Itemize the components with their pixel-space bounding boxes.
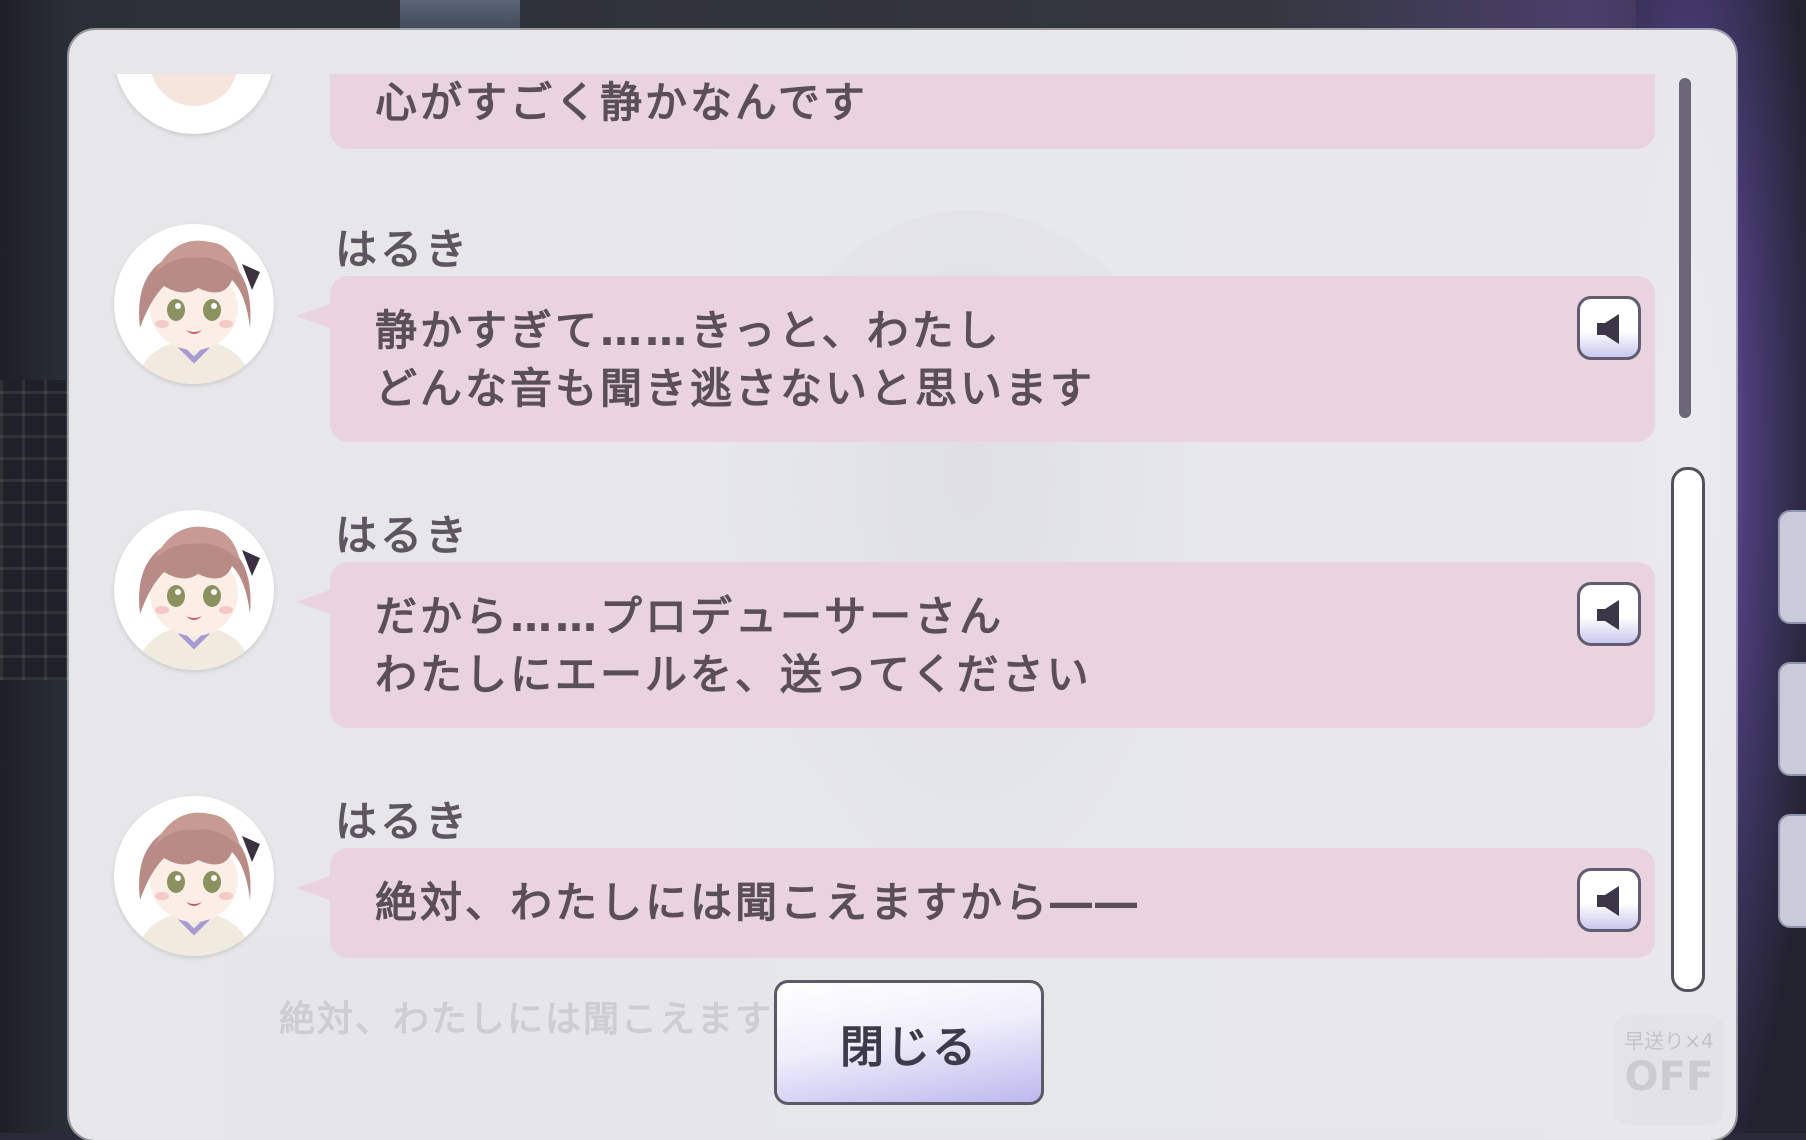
scrollbar-thumb[interactable] <box>1671 467 1705 992</box>
side-menu-button[interactable] <box>1778 662 1806 776</box>
background-dialogue-text: 絶対、わたしには聞こえますから <box>279 999 850 1040</box>
stage-grid <box>0 380 70 680</box>
speaker-name: はるき <box>335 511 471 560</box>
speaker-name: はるき <box>335 797 471 846</box>
dialogue-bubble: 心がすごく静かなんです <box>330 74 1655 149</box>
voice-replay-button[interactable] <box>1577 868 1641 932</box>
log-scrollbar[interactable] <box>1671 78 1705 992</box>
log-list[interactable]: 心がすごく静かなんです はるき 静かすぎて……きっと、わたし どんな音も聞き逃さ… <box>69 74 1669 974</box>
character-avatar <box>114 510 274 670</box>
dialogue-line: わたしにエールを、送ってください <box>375 650 1092 699</box>
scrollbar-rail <box>1679 78 1691 418</box>
dialogue-line: どんな音も聞き逃さないと思います <box>375 364 1096 413</box>
message-log-dialog: 絶対、わたしには聞こえますから 早送り×4 OFF 心がすごく静かなんです はる… <box>69 30 1736 1140</box>
voice-replay-button[interactable] <box>1577 582 1641 646</box>
dialogue-bubble: 絶対、わたしには聞こえますから―― <box>296 848 1655 958</box>
side-menu-button[interactable] <box>1778 814 1806 928</box>
dialogue-bubble: 静かすぎて……きっと、わたし どんな音も聞き逃さないと思います <box>296 276 1655 442</box>
dialogue-line: 絶対、わたしには聞こえますから―― <box>375 878 1141 927</box>
voice-replay-button[interactable] <box>1577 296 1641 360</box>
speaker-name: はるき <box>335 225 471 274</box>
fast-forward-value: OFF <box>1624 1054 1714 1100</box>
side-menu-button[interactable] <box>1778 510 1806 624</box>
dialogue-bubble: だから……プロデューサーさん わたしにエールを、送ってください <box>296 562 1655 728</box>
character-avatar <box>114 796 274 956</box>
speaker-icon <box>1597 314 1619 344</box>
close-button[interactable]: 閉じる <box>774 980 1044 1105</box>
speaker-icon <box>1597 600 1619 630</box>
dialogue-line: 心がすごく静かなんです <box>375 78 868 127</box>
fast-forward-toggle: 早送り×4 OFF <box>1614 1015 1724 1125</box>
fast-forward-label: 早送り×4 <box>1624 1029 1714 1053</box>
dialogue-line: 静かすぎて……きっと、わたし <box>375 306 1002 355</box>
character-avatar <box>114 74 274 134</box>
dialogue-line: だから……プロデューサーさん <box>375 592 1005 641</box>
character-avatar <box>114 224 274 384</box>
side-menu <box>1778 510 1806 966</box>
speaker-icon <box>1597 886 1619 916</box>
